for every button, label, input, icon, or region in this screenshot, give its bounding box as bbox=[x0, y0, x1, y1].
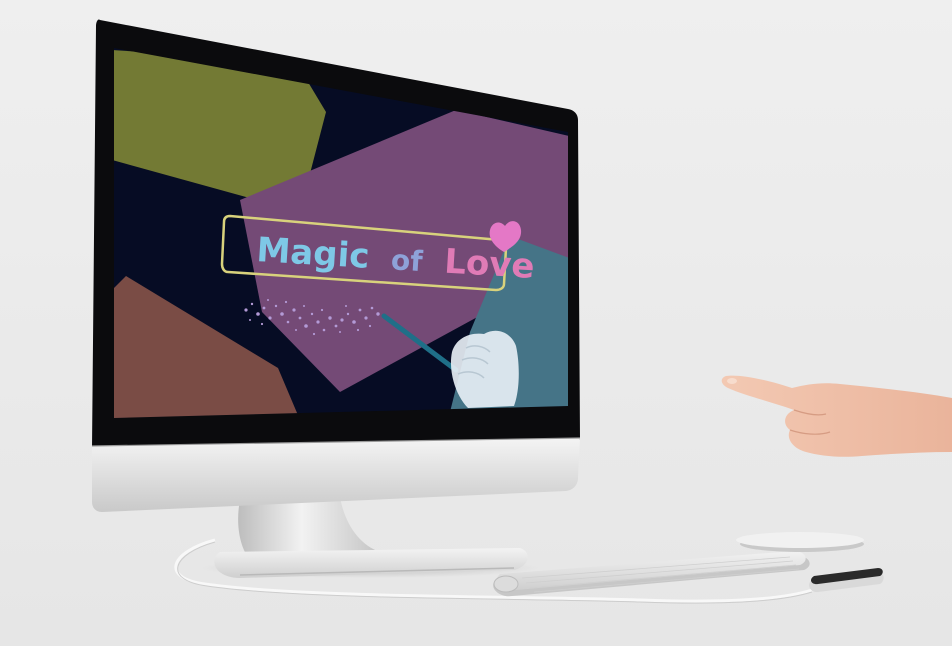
gloved-hand bbox=[450, 330, 519, 408]
title-word-love: Love bbox=[443, 242, 536, 287]
keyboard-battery-roll bbox=[493, 575, 519, 593]
title-word-magic: Magic bbox=[255, 230, 370, 277]
title-word-of: of bbox=[390, 243, 424, 278]
mouse bbox=[736, 532, 864, 552]
scene: Magic of Love bbox=[0, 0, 952, 646]
